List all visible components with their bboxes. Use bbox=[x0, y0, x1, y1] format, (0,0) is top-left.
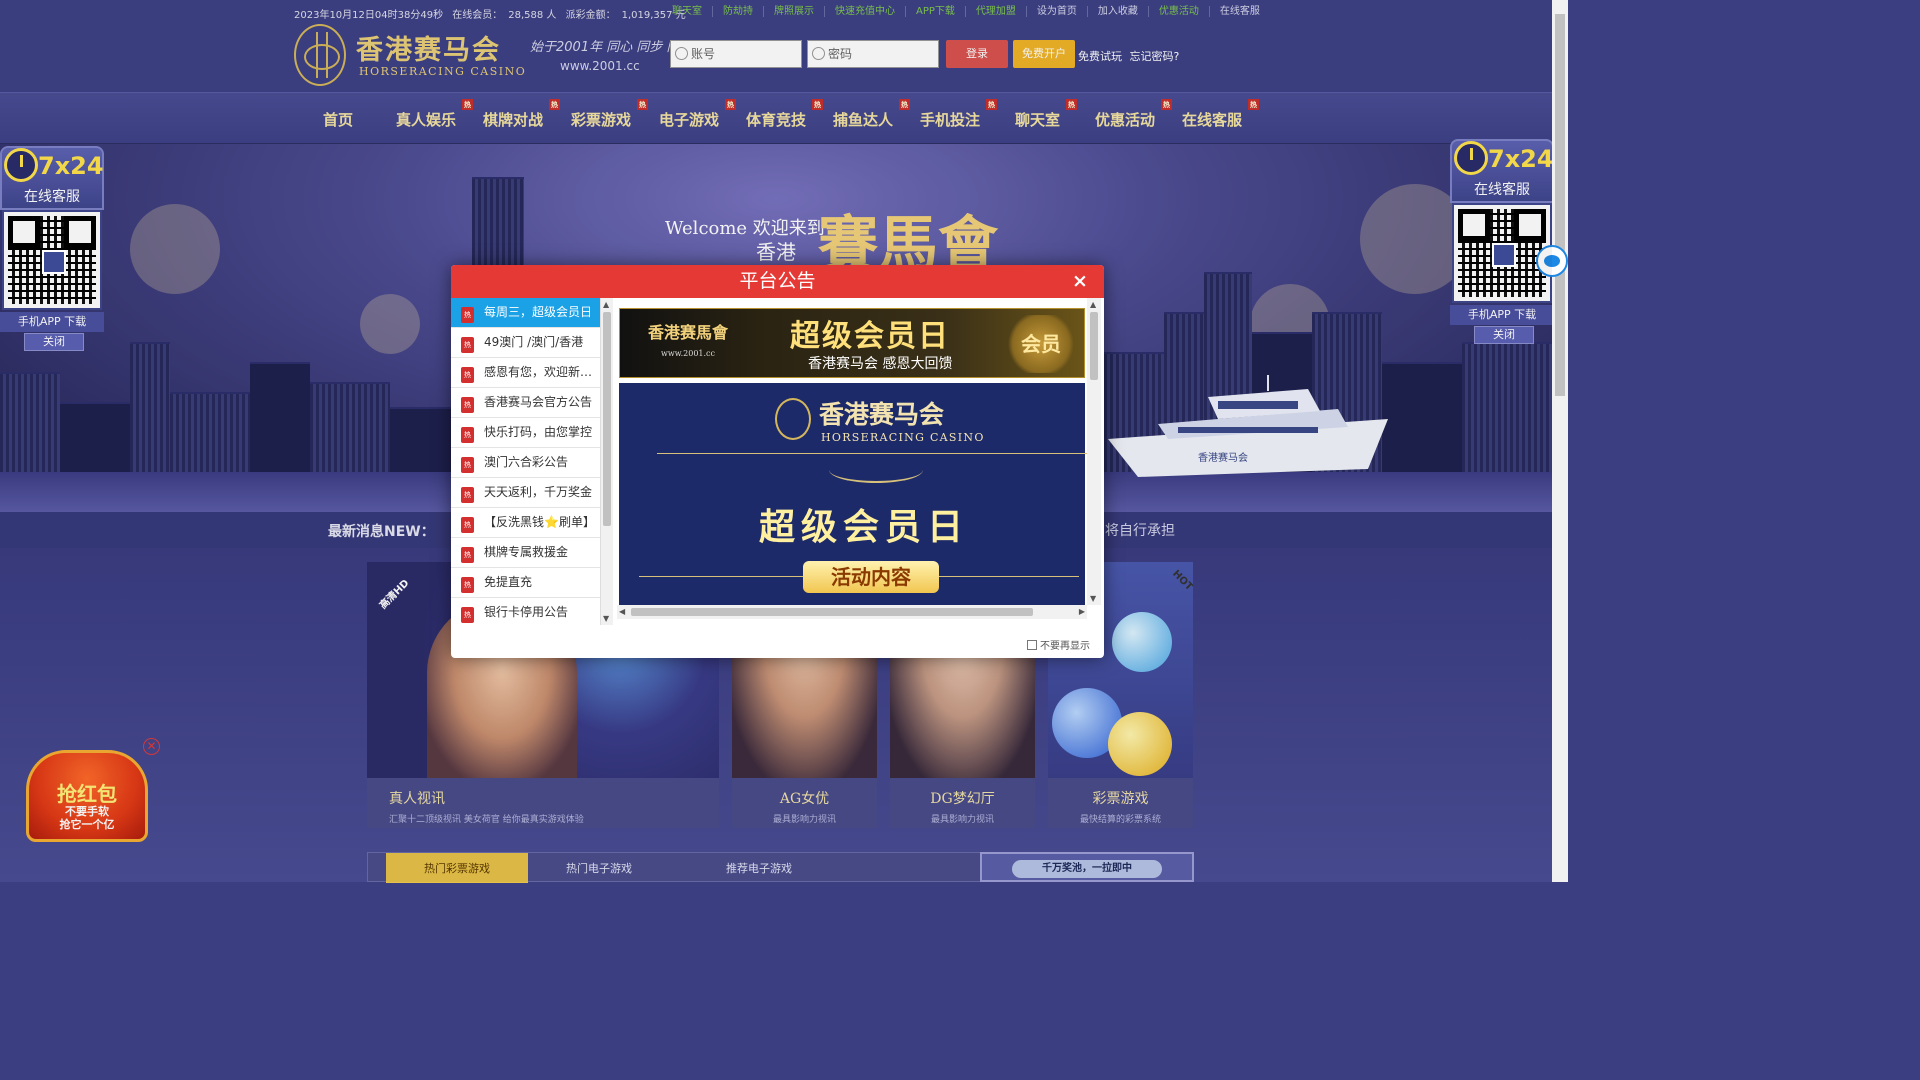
notice-title: 免提直充 bbox=[484, 575, 533, 589]
modal-header: 平台公告 × bbox=[451, 265, 1104, 298]
scroll-up-icon[interactable]: ▲ bbox=[603, 300, 609, 309]
poster-title: 超级会员日 bbox=[759, 507, 970, 548]
dont-show-again[interactable]: 不要再显示 bbox=[1027, 637, 1090, 652]
notice-title: 每周三，超级会员日 bbox=[484, 305, 593, 319]
poster-emblem-icon bbox=[775, 398, 811, 440]
hot-notice-icon: 热 bbox=[461, 367, 474, 383]
notice-item[interactable]: 热【反洗黑钱⭐刷单】 bbox=[451, 508, 600, 538]
announcement-modal: 平台公告 × 热每周三，超级会员日热 49澳门 /澳门/香港热感恩有您，欢迎新会员… bbox=[451, 265, 1104, 658]
modal-title: 平台公告 bbox=[739, 270, 816, 292]
notice-item[interactable]: 热每周三，超级会员日 bbox=[451, 298, 600, 328]
notice-title: 【反洗黑钱⭐刷单】 bbox=[484, 515, 595, 529]
member-day-banner[interactable]: 香港赛馬會 www.2001.cc 超级会员日 香港赛马会 感恩大回馈 会员 bbox=[619, 308, 1085, 378]
hot-notice-icon: 热 bbox=[461, 577, 474, 593]
notice-item[interactable]: 热银行卡停用公告 bbox=[451, 598, 600, 625]
poster-brand: 香港赛马会 bbox=[819, 400, 945, 429]
content-hscrollbar[interactable]: ◀ ▶ bbox=[617, 605, 1087, 619]
notice-item[interactable]: 热免提直充 bbox=[451, 568, 600, 598]
hot-notice-icon: 热 bbox=[461, 607, 474, 623]
content-scrollbar[interactable]: ▲ ▼ bbox=[1087, 298, 1101, 605]
hot-notice-icon: 热 bbox=[461, 487, 474, 503]
member-day-poster: 香港赛马会 HORSERACING CASINO 超级会员日 活动内容 bbox=[619, 383, 1087, 605]
notice-item[interactable]: 热棋牌专属救援金 bbox=[451, 538, 600, 568]
notice-list: 热每周三，超级会员日热 49澳门 /澳门/香港热感恩有您，欢迎新会员热香港赛马会官… bbox=[451, 298, 601, 625]
divider bbox=[657, 453, 1087, 454]
hot-notice-icon: 热 bbox=[461, 307, 474, 323]
banner-headline: 超级会员日 bbox=[790, 319, 950, 354]
scroll-down-icon[interactable]: ▼ bbox=[603, 614, 609, 623]
notice-title: 香港赛马会官方公告 bbox=[484, 395, 593, 409]
qr-logo-icon bbox=[1492, 243, 1516, 267]
notice-item[interactable]: 热 49澳门 /澳门/香港 bbox=[451, 328, 600, 358]
scroll-thumb[interactable] bbox=[1090, 312, 1098, 380]
scroll-down-icon[interactable]: ▼ bbox=[1090, 594, 1096, 603]
poster-brand-en: HORSERACING CASINO bbox=[821, 431, 985, 444]
banner-tagline: 香港赛马会 感恩大回馈 bbox=[808, 356, 953, 372]
notice-title: 感恩有您，欢迎新会员 bbox=[484, 365, 600, 379]
notice-title: 天天返利，千万奖金 bbox=[484, 485, 593, 499]
hot-notice-icon: 热 bbox=[461, 397, 474, 413]
hot-notice-icon: 热 bbox=[461, 517, 474, 533]
banner-badge: 会员 bbox=[1004, 315, 1078, 373]
page-scrollbar[interactable] bbox=[1552, 0, 1568, 882]
hscroll-thumb[interactable] bbox=[631, 608, 1033, 616]
qr-logo-icon bbox=[42, 250, 66, 274]
notice-title: 澳门六合彩公告 bbox=[484, 455, 569, 469]
modal-close-icon[interactable]: × bbox=[1070, 271, 1090, 291]
scroll-up-icon[interactable]: ▲ bbox=[1090, 300, 1096, 309]
dont-show-checkbox[interactable] bbox=[1027, 639, 1037, 650]
notice-title: 49澳门 /澳门/香港 bbox=[484, 335, 584, 349]
notice-item[interactable]: 热快乐打码，由您掌控 bbox=[451, 418, 600, 448]
scroll-right-icon[interactable]: ▶ bbox=[1079, 607, 1085, 616]
notice-item[interactable]: 热天天返利，千万奖金 bbox=[451, 478, 600, 508]
ornament bbox=[829, 457, 923, 483]
dont-show-label: 不要再显示 bbox=[1040, 641, 1090, 652]
hot-notice-icon: 热 bbox=[461, 337, 474, 353]
activity-details-button[interactable]: 活动内容 bbox=[803, 561, 939, 593]
banner-logo: 香港赛馬會 www.2001.cc bbox=[628, 319, 748, 367]
notice-item[interactable]: 热澳门六合彩公告 bbox=[451, 448, 600, 478]
page-scroll-thumb[interactable] bbox=[1555, 14, 1565, 396]
notice-title: 快乐打码，由您掌控 bbox=[484, 425, 593, 439]
notice-title: 棋牌专属救援金 bbox=[484, 545, 569, 559]
notice-item[interactable]: 热香港赛马会官方公告 bbox=[451, 388, 600, 418]
hot-notice-icon: 热 bbox=[461, 547, 474, 563]
banner-logo-text: 香港赛馬會 bbox=[647, 323, 728, 342]
notice-content: 香港赛馬會 www.2001.cc 超级会员日 香港赛马会 感恩大回馈 会员 香… bbox=[617, 305, 1087, 605]
hot-notice-icon: 热 bbox=[461, 427, 474, 443]
notice-title: 银行卡停用公告 bbox=[484, 605, 569, 619]
scroll-left-icon[interactable]: ◀ bbox=[619, 607, 625, 616]
notice-list-scrollbar[interactable]: ▲ ▼ bbox=[601, 298, 613, 625]
scroll-thumb[interactable] bbox=[603, 312, 611, 526]
notice-item[interactable]: 热感恩有您，欢迎新会员 bbox=[451, 358, 600, 388]
banner-logo-url: www.2001.cc bbox=[661, 349, 715, 358]
hot-notice-icon: 热 bbox=[461, 457, 474, 473]
